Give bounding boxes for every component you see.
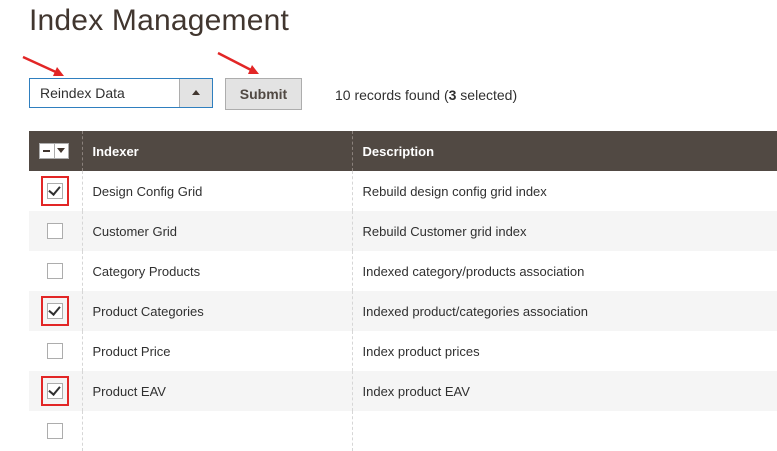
red-highlight-box [41, 376, 69, 406]
indexer-cell: Design Config Grid [81, 171, 352, 211]
submit-button[interactable]: Submit [225, 78, 302, 110]
row-select-cell [29, 211, 82, 251]
column-header-indexer[interactable]: Indexer [81, 131, 352, 171]
mass-action-select-value: Reindex Data [40, 85, 125, 101]
records-count: 10 records found (3 selected) [335, 87, 517, 103]
row-checkbox[interactable] [47, 383, 63, 399]
table-row[interactable]: Product Price Index product prices [29, 331, 777, 371]
table-row[interactable]: Design Config Grid Rebuild design config … [29, 171, 777, 211]
checkmark-icon [48, 303, 61, 316]
indexer-cell: Customer Grid [81, 211, 352, 251]
table-row[interactable]: Product Categories Indexed product/catego… [29, 291, 777, 331]
red-arrow-icon [217, 51, 259, 74]
indexer-cell: Product Price [81, 331, 352, 371]
description-cell: Indexed category/products association [351, 251, 777, 291]
checkbox-holder [43, 338, 67, 364]
description-cell: Rebuild design config grid index [351, 171, 777, 211]
checkmark-icon [48, 383, 61, 396]
red-highlight-box [41, 296, 69, 326]
row-select-cell [29, 291, 82, 331]
records-count-suffix: selected) [456, 87, 518, 103]
table-row[interactable]: Customer Grid Rebuild Customer grid index [29, 211, 777, 251]
row-select-cell [29, 371, 82, 411]
indexer-cell: Product Categories [81, 291, 352, 331]
row-select-cell [29, 251, 82, 291]
row-checkbox[interactable] [47, 263, 63, 279]
red-arrow-icon [22, 55, 64, 76]
red-highlight-box [41, 176, 69, 206]
checkbox-holder [43, 418, 67, 444]
mass-select-header[interactable] [29, 131, 82, 171]
checkbox-holder [43, 258, 67, 284]
checkmark-icon [48, 183, 61, 196]
table-row[interactable]: Product EAV Index product EAV [29, 371, 777, 411]
mass-select-dropdown-icon[interactable] [39, 143, 69, 160]
description-cell: Indexed product/categories association [351, 291, 777, 331]
description-cell [351, 411, 777, 451]
indexer-cell [81, 411, 352, 451]
description-cell: Rebuild Customer grid index [351, 211, 777, 251]
row-checkbox[interactable] [47, 343, 63, 359]
grid-header-row: Indexer Description [29, 131, 777, 171]
records-count-prefix: 10 records found ( [335, 87, 449, 103]
row-checkbox[interactable] [47, 303, 63, 319]
indexer-cell: Product EAV [81, 371, 352, 411]
row-select-cell [29, 171, 82, 211]
row-select-cell [29, 411, 82, 451]
table-row[interactable] [29, 411, 777, 451]
table-row[interactable]: Category Products Indexed category/produc… [29, 251, 777, 291]
mass-action-select[interactable]: Reindex Data [29, 78, 213, 108]
row-select-cell [29, 331, 82, 371]
indexer-grid: Indexer Description Design Config Grid Re… [29, 131, 777, 451]
row-checkbox[interactable] [47, 183, 63, 199]
description-cell: Index product prices [351, 331, 777, 371]
row-checkbox[interactable] [47, 423, 63, 439]
row-checkbox[interactable] [47, 223, 63, 239]
description-cell: Index product EAV [351, 371, 777, 411]
caret-up-icon[interactable] [179, 79, 212, 107]
column-header-description[interactable]: Description [351, 131, 777, 171]
checkbox-holder [43, 218, 67, 244]
page-title: Index Management [29, 4, 290, 37]
indexer-cell: Category Products [81, 251, 352, 291]
